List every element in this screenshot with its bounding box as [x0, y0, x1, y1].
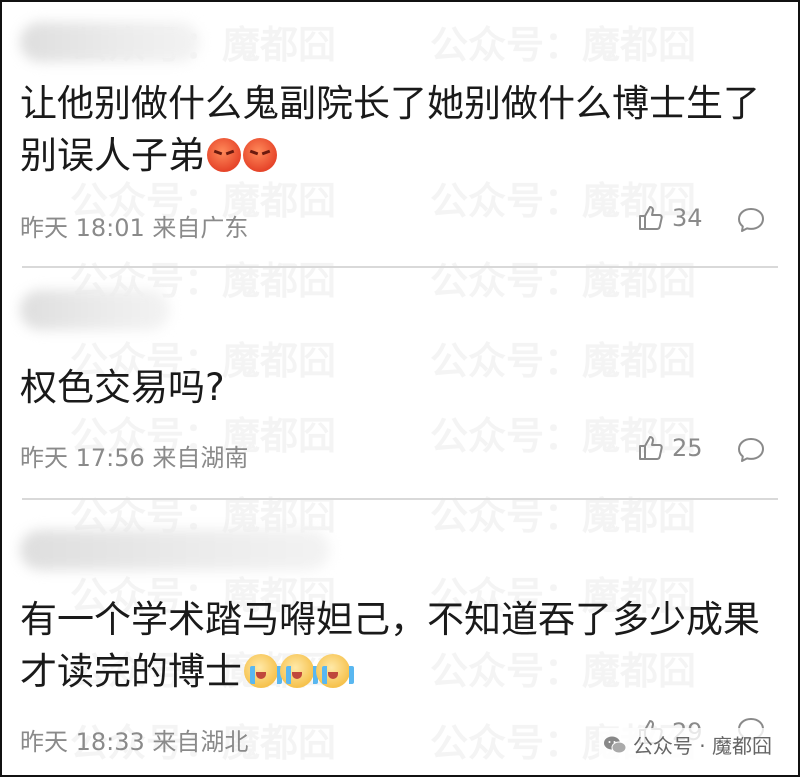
wechat-icon [603, 736, 627, 753]
comment-text-line: 让他别做什么鬼副院长了她别做什么博士生了 [20, 82, 760, 125]
like-count: 34 [672, 204, 703, 232]
like-button[interactable]: 34 [636, 204, 703, 232]
comment-bubble-icon [738, 438, 764, 462]
thumbs-up-icon [639, 206, 663, 230]
comment-text-segment: 别误人子弟 [20, 134, 205, 177]
blurred-username[interactable] [20, 290, 170, 330]
reply-button[interactable] [736, 436, 766, 468]
comment-text-segment: 才读完的博士 [20, 650, 242, 693]
wechat-brand-badge: 公众号 · 魔都囧 [598, 728, 776, 761]
comment-meta: 昨天 18:33 来自湖北 [20, 728, 249, 756]
comment-text-line: 才读完的博士 [20, 646, 780, 698]
comment-meta: 昨天 17:56 来自湖南 [20, 444, 249, 472]
comment-text: 权色交易吗? [20, 362, 780, 414]
like-button[interactable]: 25 [636, 434, 703, 462]
crying-face-icon [244, 654, 282, 688]
blurred-username[interactable] [20, 530, 330, 570]
angry-face-icon [243, 138, 277, 172]
crying-face-icon [280, 654, 318, 688]
comment-bubble-icon [738, 208, 764, 232]
angry-face-icon [207, 138, 241, 172]
blurred-username[interactable] [20, 22, 200, 62]
comment-text: 有一个学术踏马嘚妲己，不知道吞了多少成果 才读完的博士 [20, 594, 780, 698]
comment-text-line: 别误人子弟 [20, 130, 780, 182]
crying-face-icon [316, 654, 354, 688]
comment-text: 让他别做什么鬼副院长了她别做什么博士生了 别误人子弟 [20, 78, 780, 182]
brand-text: 公众号 · 魔都囧 [632, 734, 772, 758]
reply-button[interactable] [736, 206, 766, 238]
comment-text-line: 有一个学术踏马嘚妲己，不知道吞了多少成果 [20, 598, 760, 641]
comment-item: 权色交易吗? 昨天 17:56 来自湖南 25 [0, 268, 796, 498]
comment-meta: 昨天 18:01 来自广东 [20, 214, 249, 242]
comment-item: 让他别做什么鬼副院长了她别做什么博士生了 别误人子弟 昨天 18:01 来自广东… [0, 0, 796, 266]
like-count: 25 [672, 434, 703, 462]
comment-text-line: 权色交易吗? [20, 366, 225, 409]
thumbs-up-icon [639, 436, 663, 460]
